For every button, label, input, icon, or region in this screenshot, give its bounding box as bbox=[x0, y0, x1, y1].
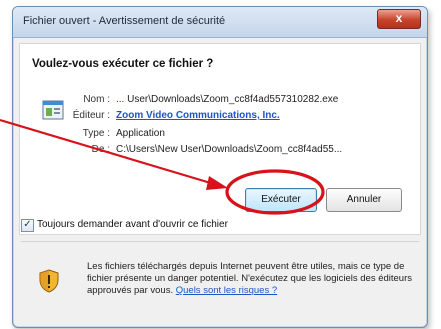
property-row-name: Nom : ... User\Downloads\Zoom_cc8f4ad557… bbox=[20, 94, 420, 108]
property-label: Nom : bbox=[83, 94, 110, 105]
property-label: Éditeur : bbox=[72, 110, 110, 121]
security-warning-message: Les fichiers téléchargés depuis Internet… bbox=[87, 261, 417, 297]
run-button[interactable]: Exécuter bbox=[245, 188, 317, 212]
always-ask-checkbox[interactable]: ✓ bbox=[21, 219, 34, 232]
property-row-publisher: Éditeur : Zoom Video Communications, Inc… bbox=[20, 110, 420, 124]
file-type-value: Application bbox=[116, 128, 165, 139]
cancel-button[interactable]: Annuler bbox=[326, 188, 402, 212]
close-button[interactable]: x bbox=[377, 9, 421, 29]
security-warning-dialog: Fichier ouvert - Avertissement de sécuri… bbox=[12, 6, 428, 328]
property-row-type: Type : Application bbox=[20, 128, 420, 142]
dialog-content: Voulez-vous exécuter ce fichier ? Nom : … bbox=[19, 43, 421, 235]
window-title: Fichier ouvert - Avertissement de sécuri… bbox=[23, 15, 226, 27]
property-row-from: De : C:\Users\New User\Downloads\Zoom_cc… bbox=[20, 144, 420, 158]
always-ask-label[interactable]: Toujours demander avant d'ouvrir ce fich… bbox=[37, 219, 228, 230]
dialog-question: Voulez-vous exécuter ce fichier ? bbox=[32, 58, 214, 70]
close-icon: x bbox=[395, 11, 403, 25]
property-label: De : bbox=[91, 144, 110, 155]
file-name-value: ... User\Downloads\Zoom_cc8f4ad557310282… bbox=[116, 94, 339, 105]
security-shield-icon bbox=[39, 269, 59, 293]
property-label: Type : bbox=[82, 128, 110, 139]
title-bar: Fichier ouvert - Avertissement de sécuri… bbox=[13, 7, 427, 38]
file-source-value: C:\Users\New User\Downloads\Zoom_cc8f4ad… bbox=[116, 144, 343, 155]
risks-link[interactable]: Quels sont les risques ? bbox=[176, 285, 277, 296]
separator bbox=[21, 241, 419, 242]
publisher-link[interactable]: Zoom Video Communications, Inc. bbox=[116, 110, 280, 121]
